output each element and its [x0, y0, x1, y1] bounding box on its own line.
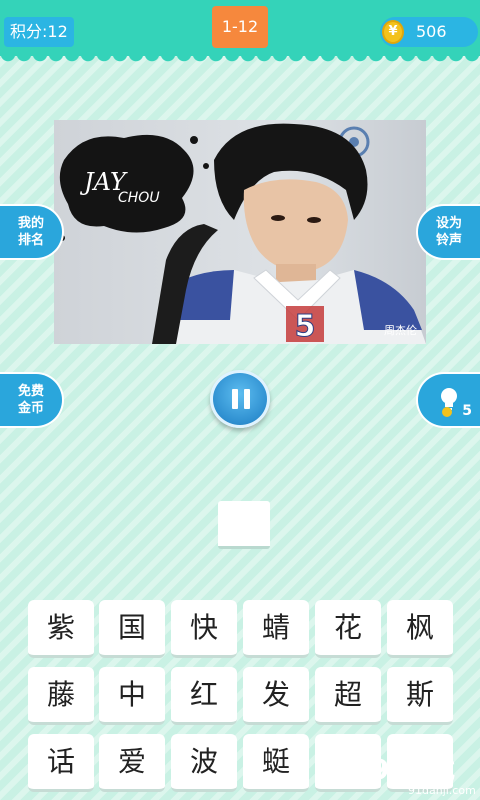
- coin-count: 506: [416, 22, 447, 41]
- key-r0-c4[interactable]: 花: [315, 600, 381, 658]
- shirt-number: 5: [295, 309, 316, 344]
- key-r0-c1[interactable]: 国: [99, 600, 165, 658]
- key-r1-c4[interactable]: 超: [315, 667, 381, 725]
- set-ringtone-button[interactable]: 设为铃声: [416, 204, 480, 260]
- key-r0-c5[interactable]: 枫: [387, 600, 453, 658]
- key-r2-c2[interactable]: 波: [171, 734, 237, 792]
- my-rank-label: 我的排名: [17, 216, 44, 248]
- coin-icon: ¥: [382, 20, 404, 44]
- singer-photo-image: JAY CHOU 5 周杰伦: [59, 123, 426, 344]
- hint-count: 5: [462, 403, 472, 419]
- site-watermark: 9l游戏 91danji.com: [360, 740, 480, 800]
- key-r1-c5[interactable]: 斯: [387, 667, 453, 725]
- key-r0-c2[interactable]: 快: [171, 600, 237, 658]
- key-r0-c3[interactable]: 蜻: [243, 600, 309, 658]
- set-ringtone-label: 设为铃声: [435, 216, 462, 248]
- pause-icon-bar-right: [244, 389, 250, 409]
- top-bar: 积分:12 1-12 ¥ 506: [0, 0, 480, 64]
- key-r2-c1[interactable]: 爱: [99, 734, 165, 792]
- free-coins-button[interactable]: 免费金币: [0, 372, 64, 428]
- logo-text-chou: CHOU: [118, 190, 160, 206]
- question-photo: JAY CHOU 5 周杰伦: [54, 120, 426, 344]
- free-coins-label: 免费金币: [17, 384, 44, 416]
- watermark-url: 91danji.com: [408, 784, 476, 797]
- score-badge: 积分:12: [4, 17, 74, 47]
- my-rank-button[interactable]: 我的排名: [0, 204, 64, 260]
- hint-button[interactable]: 5: [416, 372, 480, 428]
- key-r1-c3[interactable]: 发: [243, 667, 309, 725]
- pause-icon-bar-left: [232, 389, 238, 409]
- key-r2-c3[interactable]: 蜓: [243, 734, 309, 792]
- coin-dot-icon: [442, 407, 452, 417]
- level-badge: 1-12: [212, 6, 268, 48]
- answer-slot[interactable]: [218, 501, 270, 549]
- key-r1-c2[interactable]: 红: [171, 667, 237, 725]
- pause-button[interactable]: [210, 370, 270, 428]
- watermark-brand: 9l游戏: [370, 753, 456, 786]
- photo-watermark: 周杰伦: [384, 323, 417, 337]
- key-r1-c1[interactable]: 中: [99, 667, 165, 725]
- key-r0-c0[interactable]: 紫: [28, 600, 94, 658]
- key-r1-c0[interactable]: 藤: [28, 667, 94, 725]
- key-r2-c0[interactable]: 话: [28, 734, 94, 792]
- coin-balance[interactable]: ¥ 506: [380, 17, 478, 47]
